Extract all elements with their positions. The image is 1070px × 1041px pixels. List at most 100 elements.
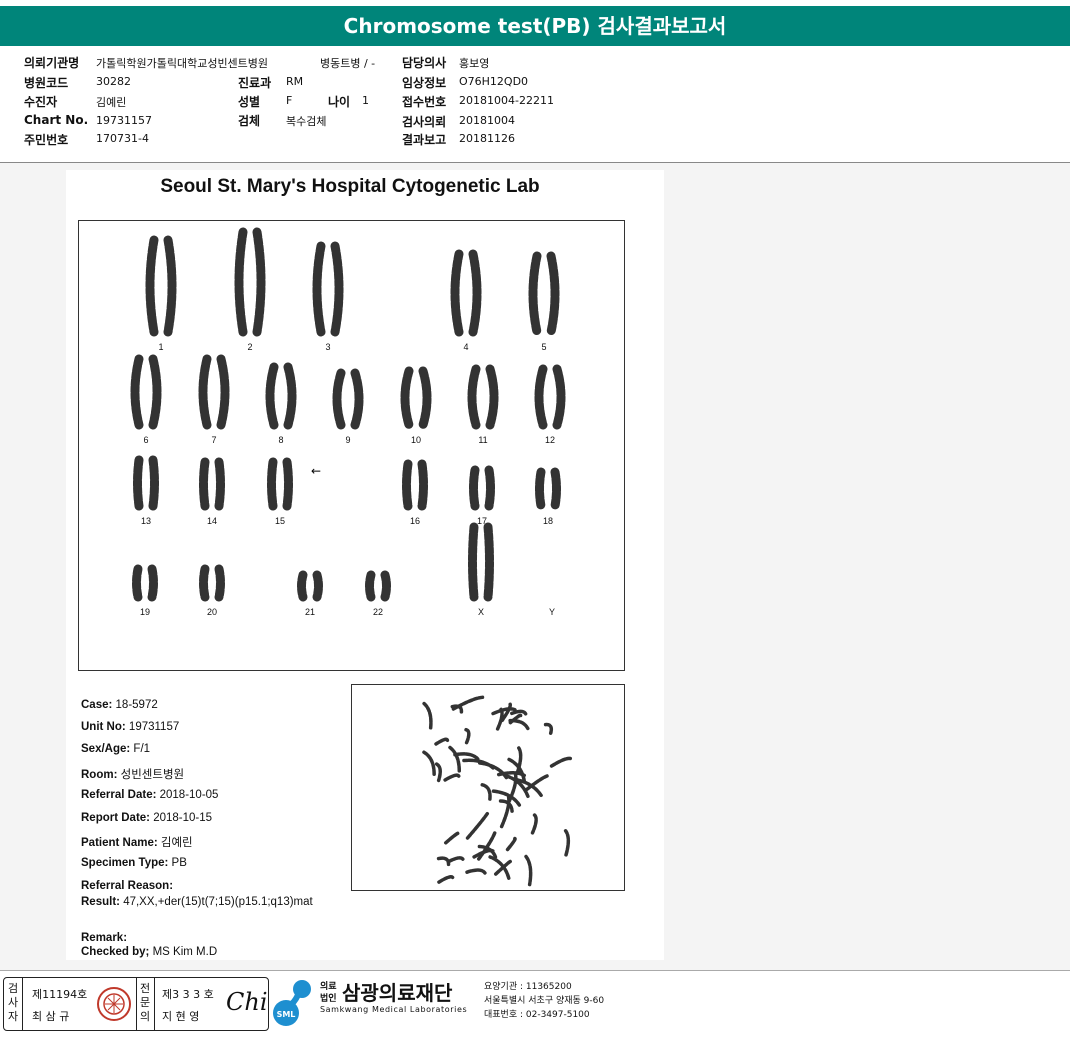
report-field-label: Result:: [81, 896, 120, 908]
chromosome-11: [467, 364, 499, 430]
report-field-label: Referral Reason:: [81, 880, 174, 892]
metaphase-chromosome: [543, 722, 554, 735]
chromosome-8: [265, 362, 297, 430]
divider: [22, 978, 23, 1030]
institution-label: 의뢰기관명: [24, 56, 80, 70]
chromosome-2: [234, 227, 266, 337]
metaphase-chromosome: [444, 831, 461, 845]
seal-stamp: [97, 987, 131, 1021]
footer: 검사자 제11194호 최 삼 규 전문의 제3 3 3 호 지 현 영 Chi…: [0, 970, 1070, 1041]
report-field-label: Room:: [81, 769, 118, 781]
hospital-code-value: 30282: [96, 75, 131, 88]
report-field-value: MS Kim M.D: [152, 946, 218, 958]
chromosome-label: 1: [158, 342, 164, 352]
report-field-label: Checked by;: [81, 946, 150, 958]
metaphase-chromosome: [508, 709, 528, 716]
report-field-label: Unit No:: [81, 721, 126, 733]
report-field-value: 2018-10-05: [159, 789, 219, 801]
examiner-name: 최 삼 규: [32, 1010, 70, 1023]
report-field-value: 2018-10-15: [153, 812, 213, 824]
chromosome-21: [297, 570, 323, 602]
org-name: 삼광의료재단: [342, 981, 453, 1005]
karyotype-image: ←: [130, 227, 566, 602]
logo-abbr: SML: [277, 1010, 296, 1019]
report-field: Unit No: 19731157: [81, 721, 179, 733]
report-field: Sex/Age: F/1: [81, 743, 150, 755]
report-field-label: Specimen Type:: [81, 857, 169, 869]
metaphase-chromosome: [436, 856, 451, 867]
specialist-vertical-label: 전문의: [139, 982, 151, 1023]
metaphase-chromosome: [488, 855, 511, 880]
metaphase-spread-image: [422, 695, 573, 887]
sex-label: 성별: [238, 95, 261, 109]
chromosome-7: [198, 354, 230, 430]
chromosome-label: 3: [325, 342, 331, 352]
metaphase-chromosome: [515, 746, 523, 775]
chromosome-X: [468, 522, 494, 602]
resident-value: 170731-4: [96, 132, 149, 145]
address: 서울특별시 서초구 양재동 9-60: [484, 996, 605, 1006]
metaphase-chromosome: [505, 836, 517, 852]
dept-label: 진료과: [238, 76, 272, 90]
metaphase-chromosome: [563, 829, 571, 857]
chromosome-label: 4: [463, 342, 469, 352]
report-field: Patient Name: 김예린: [81, 834, 193, 850]
chromosome-label: 8: [278, 435, 284, 445]
report-field-label: Report Date:: [81, 812, 151, 824]
metaphase-chromosome: [465, 811, 490, 840]
institution-value: 가톨릭학원가톨릭대학교성빈센트병원: [96, 57, 269, 70]
page-title: Chromosome test(PB) 검사결과보고서: [0, 6, 1070, 46]
patient-label: 수진자: [24, 95, 58, 109]
chromosome-6: [130, 354, 162, 430]
report-field-label: Remark:: [81, 932, 128, 944]
doctor-value: 홍보영: [459, 57, 490, 70]
dept-value: RM: [286, 75, 304, 88]
report-field-label: Referral Date:: [81, 789, 157, 801]
report-field: Report Date: 2018-10-15: [81, 812, 212, 824]
care-code: 요양기관 : 11365200: [484, 982, 572, 992]
doctor-label: 담당의사: [402, 56, 447, 70]
chromosome-label: 14: [206, 516, 217, 526]
report-field-value: 47,XX,+der(15)t(7;15)(p15.1;q13)mat: [123, 896, 313, 908]
clinical-value: O76H12QD0: [459, 75, 529, 88]
metaphase-chromosome: [422, 701, 433, 730]
result-date-value: 20181126: [459, 132, 515, 145]
chromosome-label: 16: [409, 516, 420, 526]
sml-logo-icon: SML: [273, 980, 311, 1026]
report-field: Room: 성빈센트병원: [81, 766, 184, 782]
chromosome-13: [133, 455, 159, 511]
metaphase-chromosome: [446, 856, 465, 864]
report-field: Referral Reason:: [81, 880, 173, 892]
chromosome-label: 19: [139, 607, 150, 617]
metaphase-chromosome: [447, 744, 462, 773]
chromosome-label: 11: [478, 435, 488, 445]
examiner-vertical-label: 검사자: [7, 982, 19, 1023]
chromosome-14: [199, 457, 225, 511]
chromosome-label: 12: [544, 435, 555, 445]
arrow-marker-icon: ←: [311, 464, 321, 478]
request-value: 20181004: [459, 114, 515, 127]
age-label: 나이: [328, 95, 351, 109]
metaphase-chromosome: [422, 750, 436, 776]
result-date-label: 결과보고: [402, 133, 447, 147]
patient-info-panel: 의뢰기관명 가톨릭학원가톨릭대학교성빈센트병원 병동트병 / - 병원코드 30…: [0, 46, 1070, 163]
report-field: Specimen Type: PB: [81, 857, 187, 869]
report-field-value: 성빈센트병원: [120, 769, 185, 781]
specialist-name: 지 현 영: [162, 1010, 200, 1023]
chromosome-label: 2: [247, 342, 253, 352]
chromosome-label: 5: [541, 342, 547, 352]
chromosome-label: 20: [206, 607, 217, 617]
chromosome-label: 10: [410, 435, 421, 445]
clinical-label: 임상정보: [402, 76, 447, 90]
chromosome-label: Y: [548, 607, 555, 617]
karyotype-panel: ← 1 2 3 4 5 6 7 8 9 10 11 12 13 14 15 16 17 18 19 20 21 22 X Y: [78, 220, 625, 671]
chromosome-10: [400, 366, 432, 430]
org-name-english: Samkwang Medical Laboratories: [320, 1005, 468, 1014]
metaphase-chromosome: [530, 813, 538, 835]
chromosome-label: 6: [143, 435, 149, 445]
receipt-value: 20181004-22211: [459, 94, 554, 107]
signature: Chi: [226, 988, 268, 1016]
chromosome-label: 13: [140, 516, 151, 526]
chromosome-label: 18: [542, 516, 553, 526]
report-field-value: PB: [171, 857, 187, 869]
